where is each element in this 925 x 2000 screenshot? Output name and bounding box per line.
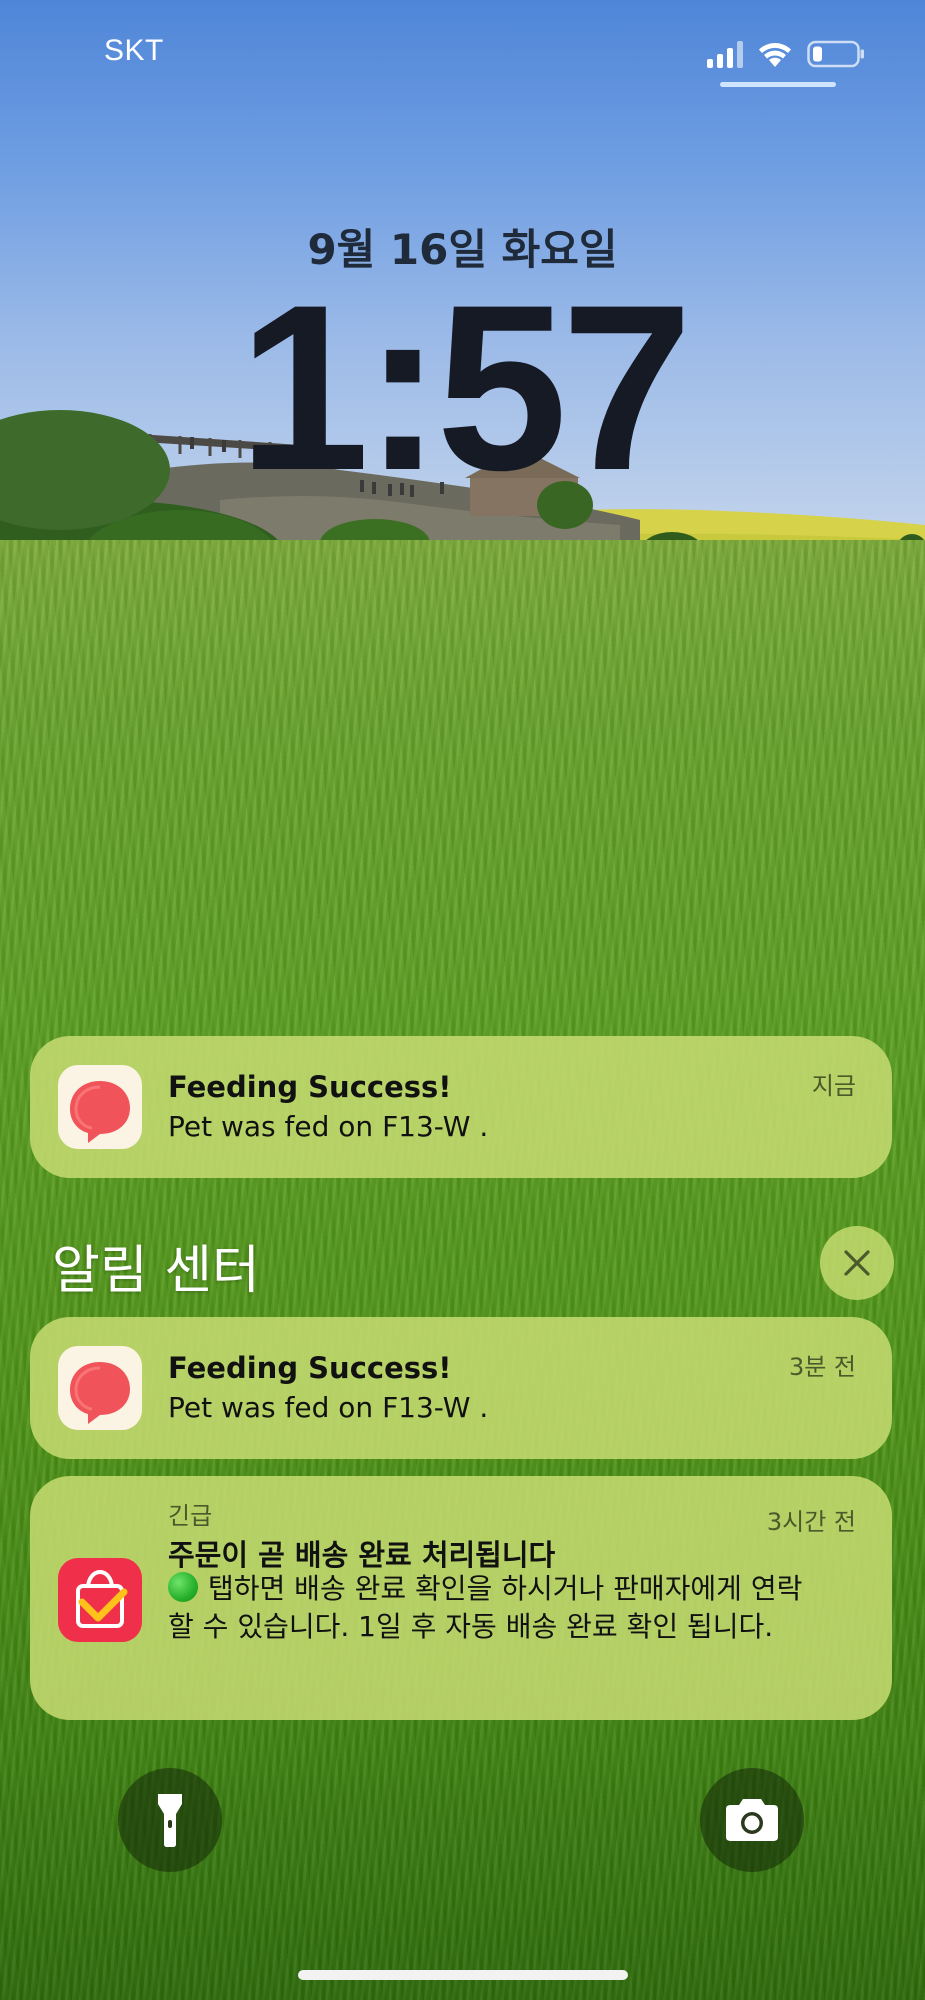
- carrier-label: SKT: [104, 34, 164, 67]
- notification-time: 3시간 전: [766, 1508, 856, 1536]
- notification-body: Pet was fed on F13-W .: [168, 1391, 489, 1424]
- notification-urgent-tag: 긴급: [168, 1502, 213, 1530]
- status-bar-indicator: [720, 82, 836, 87]
- notification-title: Feeding Success!: [168, 1351, 452, 1385]
- battery-icon: [807, 40, 865, 68]
- notification-time: 지금: [811, 1072, 856, 1100]
- notification-card[interactable]: 긴급 3시간 전 주문이 곧 배송 완료 처리됩니다 탭하면 배송 완료 확인을…: [30, 1476, 892, 1720]
- flashlight-button[interactable]: [118, 1768, 222, 1872]
- green-circle-icon: [168, 1572, 198, 1602]
- wifi-icon: [757, 40, 793, 68]
- signal-icon: [707, 40, 743, 68]
- notification-card[interactable]: Feeding Success! Pet was fed on F13-W . …: [30, 1317, 892, 1459]
- pet-feeder-app-icon: [58, 1065, 142, 1149]
- notification-time: 3분 전: [788, 1353, 856, 1381]
- notification-center-heading: 알림 센터: [52, 1241, 260, 1301]
- notification-title: Feeding Success!: [168, 1070, 452, 1104]
- close-icon: [844, 1250, 870, 1276]
- lock-screen-time: 1:57: [238, 256, 692, 520]
- camera-icon: [726, 1799, 778, 1841]
- flashlight-icon: [158, 1794, 182, 1847]
- banner-notification[interactable]: Feeding Success! Pet was fed on F13-W . …: [30, 1036, 892, 1178]
- pet-feeder-app-icon: [58, 1346, 142, 1430]
- status-icons: [707, 36, 865, 68]
- shopping-bag-app-icon: [58, 1558, 142, 1642]
- notification-body: 탭하면 배송 완료 확인을 하시거나 판매자에게 연락할 수 있습니다. 1일 …: [168, 1570, 828, 1646]
- notification-title: 주문이 곧 배송 완료 처리됩니다: [168, 1538, 556, 1572]
- clear-notifications-button[interactable]: [820, 1226, 894, 1300]
- camera-button[interactable]: [700, 1768, 804, 1872]
- notification-body: Pet was fed on F13-W .: [168, 1110, 489, 1143]
- notification-body-text: 탭하면 배송 완료 확인을 하시거나 판매자에게 연락할 수 있습니다. 1일 …: [168, 1572, 803, 1643]
- home-indicator[interactable]: [298, 1970, 628, 1980]
